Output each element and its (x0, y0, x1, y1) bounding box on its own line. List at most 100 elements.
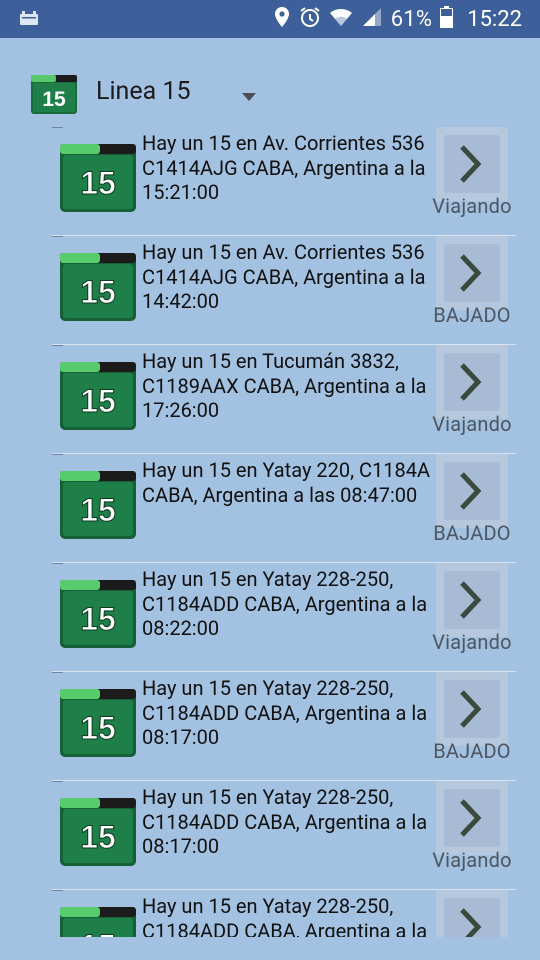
chevron-right-icon (460, 581, 482, 619)
bus-line-icon: 15 (59, 577, 137, 653)
report-line-1: Hay un 15 en Yatay 220, C1184A (142, 458, 431, 482)
report-line-3: 15:21:00 (142, 180, 220, 204)
bus-line-icon: 15 (59, 359, 137, 435)
trip-status: BAJADO (433, 303, 511, 327)
row-marker (52, 127, 63, 128)
row-marker (52, 454, 63, 455)
row-marker (52, 345, 63, 346)
report-line-3: 08:17:00 (142, 725, 220, 749)
location-icon (273, 6, 291, 32)
report-line-1: Hay un 15 en Yatay 228-250, (142, 567, 394, 591)
list-item[interactable]: 15 Hay un 15 en Av. Corrientes 536 C1414… (52, 127, 516, 236)
details-button[interactable] (436, 127, 508, 201)
row-marker (52, 672, 63, 673)
report-line-2: C1184ADD CABA, Argentina a la (142, 591, 428, 616)
chevron-right-icon (460, 472, 482, 510)
bus-report-list[interactable]: 15 Hay un 15 en Av. Corrientes 536 C1414… (0, 127, 540, 937)
report-text: Hay un 15 en Yatay 220, C1184A CABA, Arg… (142, 458, 437, 540)
list-item[interactable]: 15 Hay un 15 en Yatay 228-250, C1184ADD … (52, 781, 516, 890)
signal-icon (361, 6, 383, 32)
bus-line-icon: 15 (59, 904, 137, 937)
report-line-2: C1184ADD CABA, Argentina a la (142, 700, 428, 725)
alarm-icon (299, 6, 321, 32)
chevron-right-icon (460, 908, 482, 937)
report-line-1: Hay un 15 en Tucumán 3832, (142, 349, 399, 373)
status-bar: 61% 15:22 (0, 0, 540, 38)
list-item[interactable]: 15 Hay un 15 en Yatay 228-250, C1184ADD … (52, 890, 516, 937)
chevron-right-icon (460, 363, 482, 401)
bus-line-icon-label: 15 (80, 710, 116, 746)
trip-status: Viajando (432, 630, 512, 654)
report-line-1: Hay un 15 en Av. Corrientes 536 (142, 131, 425, 155)
report-line-1: Hay un 15 en Av. Corrientes 536 (142, 240, 425, 264)
details-button[interactable] (436, 236, 508, 310)
report-line-3: 17:26:00 (142, 398, 220, 422)
bus-line-icon: 15 (30, 71, 78, 119)
report-text: Hay un 15 en Yatay 228-250, C1184ADD CAB… (142, 785, 437, 867)
battery-percent: 61% (390, 6, 433, 32)
trip-status: BAJADO (433, 521, 511, 545)
row-marker (52, 236, 63, 237)
clock: 15:22 (467, 6, 522, 32)
trip-status: BAJADO (433, 739, 511, 763)
bus-line-icon: 15 (59, 250, 137, 326)
report-line-2: C1184ADD CABA, Argentina a la (142, 809, 428, 834)
report-line-2: CABA, Argentina a las 08:47:00 (142, 482, 418, 507)
dropdown-arrow-icon[interactable] (242, 86, 256, 105)
trip-status: Viajando (432, 194, 512, 218)
details-button[interactable] (436, 672, 508, 746)
report-text: Hay un 15 en Yatay 228-250, C1184ADD CAB… (142, 567, 437, 649)
bus-line-icon-label: 15 (80, 601, 116, 637)
list-item[interactable]: 15 Hay un 15 en Av. Corrientes 536 C1414… (52, 236, 516, 345)
list-item[interactable]: 15 Hay un 15 en Yatay 228-250, C1184ADD … (52, 672, 516, 781)
report-line-2: C1414AJG CABA, Argentina a la (142, 155, 426, 180)
list-item[interactable]: 15 Hay un 15 en Yatay 220, C1184A CABA, … (52, 454, 516, 563)
row-marker (52, 890, 63, 891)
chevron-right-icon (460, 690, 482, 728)
bus-line-icon-label: 15 (80, 492, 116, 528)
row-marker (52, 781, 63, 782)
chevron-right-icon (460, 145, 482, 183)
row-marker (52, 563, 63, 564)
report-line-3: 14:42:00 (142, 289, 220, 313)
line-title: Linea 15 (96, 77, 191, 106)
report-text: Hay un 15 en Yatay 228-250, C1184ADD CAB… (142, 894, 437, 937)
bus-line-icon: 15 (59, 468, 137, 544)
screen-icon (19, 11, 39, 31)
report-text: Hay un 15 en Yatay 228-250, C1184ADD CAB… (142, 676, 437, 758)
chevron-right-icon (460, 254, 482, 292)
bus-line-icon: 15 (59, 795, 137, 871)
report-line-1: Hay un 15 en Yatay 228-250, (142, 676, 394, 700)
bus-line-icon-label: 15 (80, 274, 116, 310)
details-button[interactable] (436, 781, 508, 855)
bus-line-icon: 15 (59, 686, 137, 762)
line-selector[interactable]: 15 Linea 15 (0, 66, 540, 120)
chevron-right-icon (460, 799, 482, 837)
report-line-1: Hay un 15 en Yatay 228-250, (142, 785, 394, 809)
battery-icon (440, 6, 454, 32)
report-line-3: 08:22:00 (142, 616, 220, 640)
report-line-2: C1414AJG CABA, Argentina a la (142, 264, 426, 289)
list-item[interactable]: 15 Hay un 15 en Yatay 228-250, C1184ADD … (52, 563, 516, 672)
bus-line-icon-label: 15 (80, 819, 116, 855)
details-button[interactable] (436, 890, 508, 937)
report-text: Hay un 15 en Av. Corrientes 536 C1414AJG… (142, 240, 437, 322)
details-button[interactable] (436, 345, 508, 419)
details-button[interactable] (436, 563, 508, 637)
report-text: Hay un 15 en Tucumán 3832, C1189AAX CABA… (142, 349, 437, 431)
trip-status: Viajando (432, 412, 512, 436)
report-line-1: Hay un 15 en Yatay 228-250, (142, 894, 394, 918)
bus-line-icon-label: 15 (80, 383, 116, 419)
bus-line-icon-label: 15 (80, 165, 116, 201)
bus-line-icon-label: 15 (80, 928, 116, 937)
trip-status: Viajando (432, 848, 512, 872)
report-text: Hay un 15 en Av. Corrientes 536 C1414AJG… (142, 131, 437, 213)
report-line-3: 08:17:00 (142, 834, 220, 858)
details-button[interactable] (436, 454, 508, 528)
report-line-2: C1184ADD CABA, Argentina a la (142, 918, 428, 938)
wifi-icon (329, 6, 353, 32)
report-line-2: C1189AAX CABA, Argentina a la (142, 373, 427, 398)
bus-line-icon-label: 15 (42, 88, 66, 111)
list-item[interactable]: 15 Hay un 15 en Tucumán 3832, C1189AAX C… (52, 345, 516, 454)
bus-line-icon: 15 (59, 141, 137, 217)
